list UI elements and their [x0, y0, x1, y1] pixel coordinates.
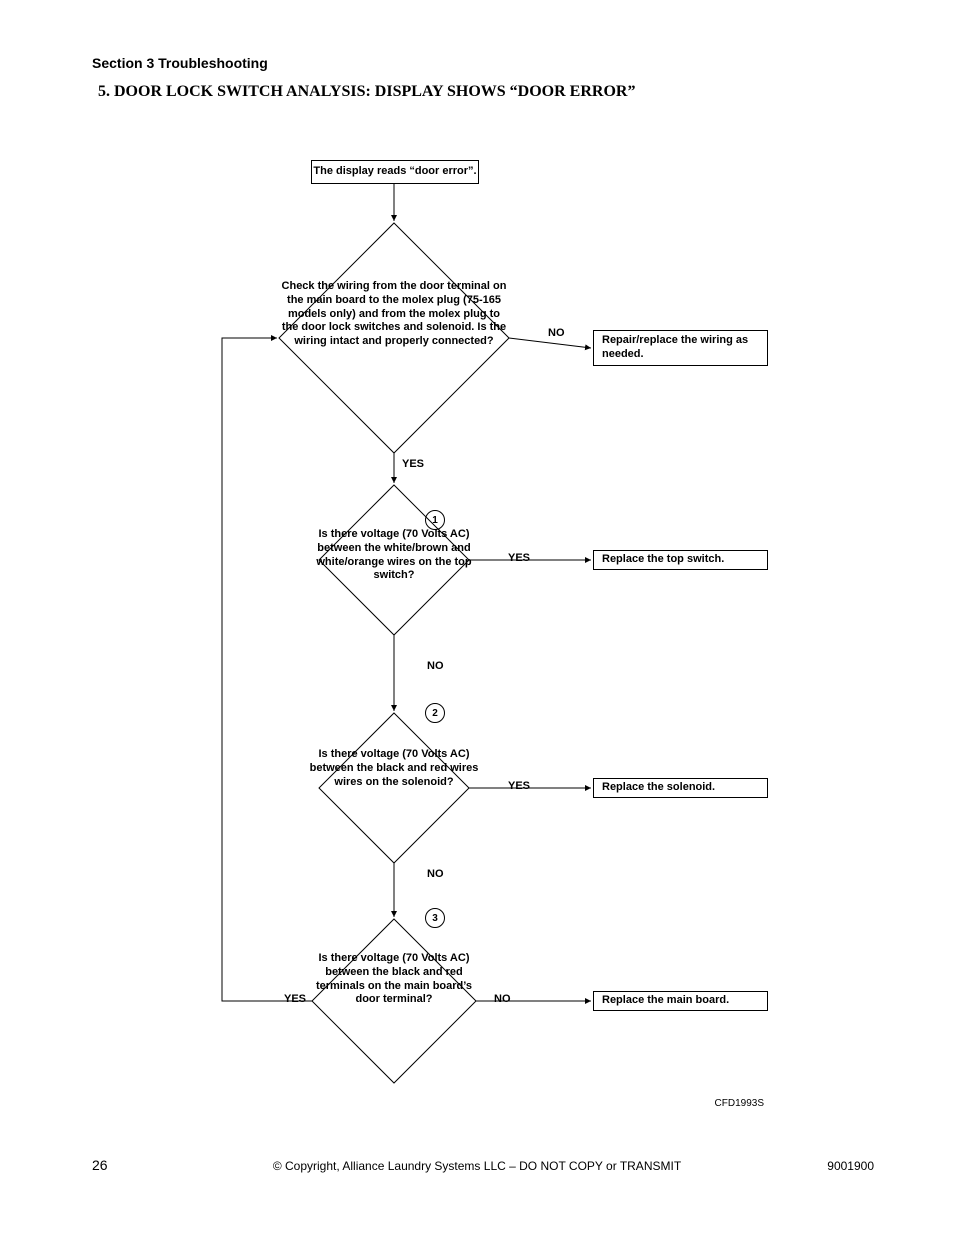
page: Section 3 Troubleshooting 5. DOOR LOCK S… — [0, 0, 954, 1235]
footer-copyright: © Copyright, Alliance Laundry Systems LL… — [0, 1159, 954, 1173]
action-replace-solenoid: Replace the solenoid. — [593, 778, 768, 798]
flow-lines — [0, 0, 954, 1235]
action-replace-top-switch: Replace the top switch. — [593, 550, 768, 570]
start-text: The display reads “door error”. — [313, 165, 476, 179]
flowchart: The display reads “door error”. Check th… — [0, 0, 954, 1235]
label-no-d2: NO — [427, 660, 444, 672]
label-no-d3: NO — [427, 868, 444, 880]
label-yes-d1: YES — [402, 458, 424, 470]
decision-solenoid-voltage: Is there voltage (70 Volts AC) between t… — [304, 748, 484, 789]
label-no-d1: NO — [548, 327, 565, 339]
footer-doc-number: 9001900 — [827, 1159, 874, 1173]
action-repair-wiring: Repair/replace the wiring as needed. — [593, 330, 768, 366]
step-marker-2: 2 — [425, 703, 445, 723]
decision-main-board-voltage: Is there voltage (70 Volts AC) between t… — [304, 952, 484, 1007]
step-marker-1: 1 — [425, 510, 445, 530]
decision-wiring-check: Check the wiring from the door terminal … — [280, 280, 508, 349]
label-yes-d2: YES — [508, 552, 530, 564]
start-node: The display reads “door error”. — [311, 160, 479, 184]
label-yes-d3: YES — [508, 780, 530, 792]
label-no-d4: NO — [494, 993, 511, 1005]
label-yes-d4: YES — [284, 993, 306, 1005]
decision-top-switch-voltage: Is there voltage (70 Volts AC) between t… — [304, 528, 484, 583]
figure-id: CFD1993S — [715, 1098, 764, 1109]
step-marker-3: 3 — [425, 908, 445, 928]
action-replace-main-board: Replace the main board. — [593, 991, 768, 1011]
